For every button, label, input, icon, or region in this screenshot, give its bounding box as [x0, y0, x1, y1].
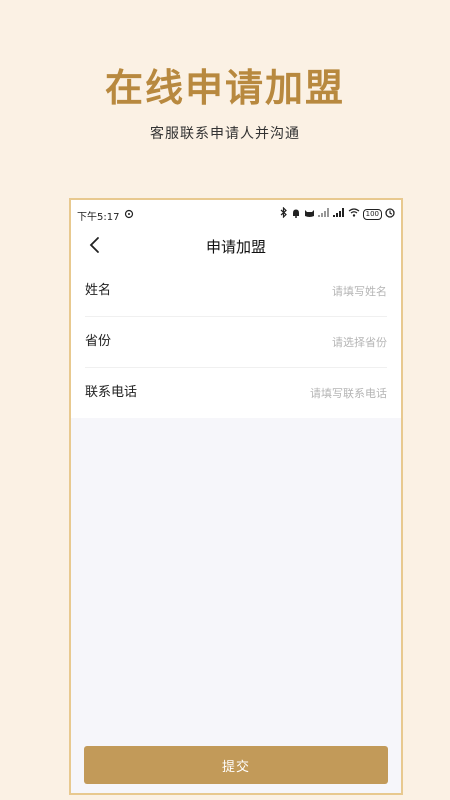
wifi-icon	[348, 208, 360, 220]
hero-title: 在线申请加盟	[104, 66, 345, 110]
province-select[interactable]	[237, 330, 387, 354]
form-row-province: 省份	[85, 317, 387, 368]
bluetooth-icon	[280, 206, 288, 221]
phone-input[interactable]	[237, 381, 387, 405]
page-title: 申请加盟	[205, 238, 266, 256]
status-time: 下午5:17	[77, 212, 120, 223]
cat-icon	[304, 208, 315, 221]
signal-icon	[332, 208, 345, 220]
status-left: 下午5:17	[77, 208, 134, 223]
notification-icon	[291, 208, 301, 221]
navbar: 申请加盟	[71, 228, 401, 266]
form-row-phone: 联系电话	[85, 368, 387, 418]
sync-icon	[124, 209, 134, 222]
name-label: 姓名	[85, 283, 112, 298]
phone-screen: 下午5:17 100 申请加盟 姓名 请填写姓名 省份 请选择省份 联系电话 请…	[69, 198, 403, 795]
alarm-icon	[385, 207, 395, 221]
hero-subtitle: 客服联系申请人并沟通	[150, 126, 300, 142]
form-row-name: 姓名	[85, 266, 387, 317]
apply-form: 姓名 省份 联系电话	[71, 266, 401, 418]
province-label: 省份	[85, 334, 112, 349]
submit-button[interactable]: 提交	[84, 746, 388, 784]
battery-icon: 100	[362, 208, 382, 220]
status-bar: 下午5:17 100	[71, 200, 401, 228]
signal-icon	[317, 208, 330, 220]
name-input[interactable]	[237, 279, 387, 303]
phone-label: 联系电话	[85, 385, 138, 400]
status-right: 100	[280, 206, 395, 221]
